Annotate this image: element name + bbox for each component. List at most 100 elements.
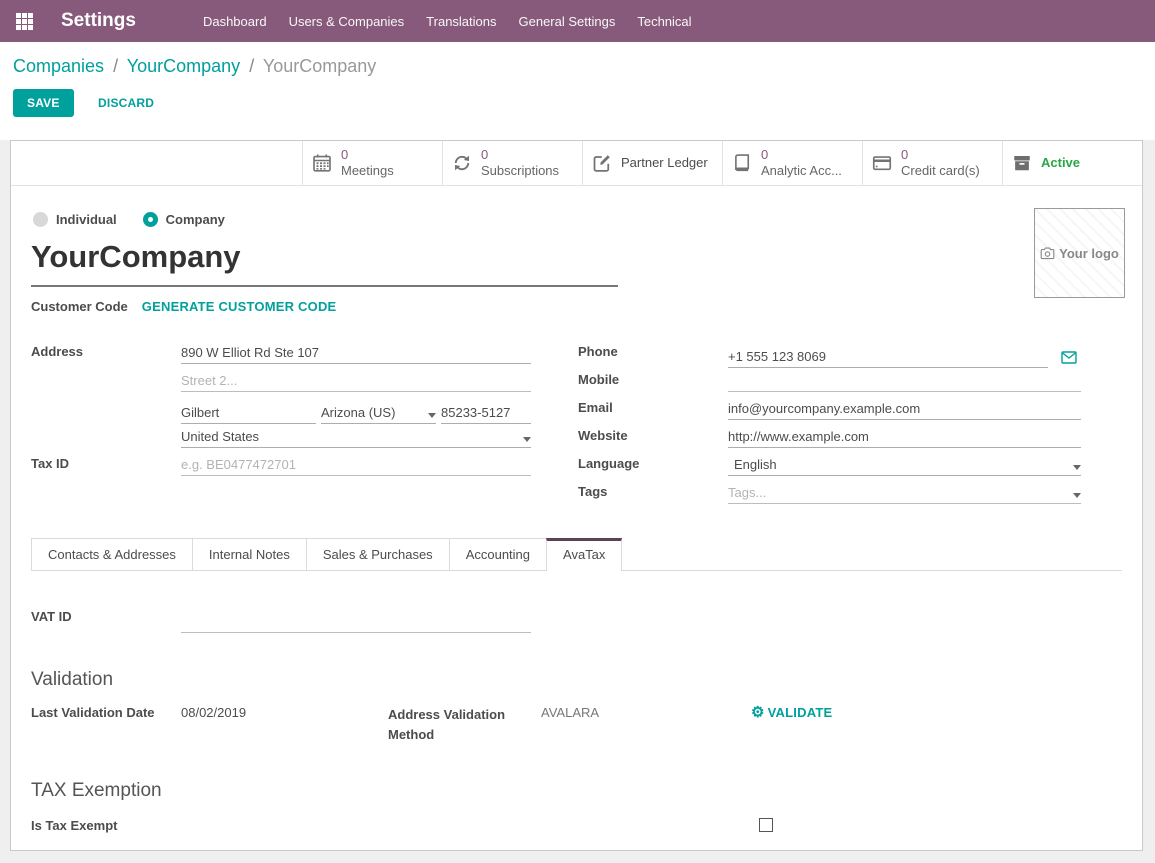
breadcrumb-separator: / [109,56,122,76]
radio-company-icon[interactable] [143,212,158,227]
apps-menu-icon[interactable] [16,13,33,30]
country-select[interactable]: United States [181,424,531,448]
address-column: Address 890 W Elliot Rd Ste 107 Street 2… [31,340,531,508]
contact-column: Phone +1 555 123 8069 Mobile [578,340,1081,508]
tax-exemption-heading: TAX Exemption [31,780,1122,802]
nav-menu: Dashboard Users & Companies Translations… [192,0,703,42]
app-title[interactable]: Settings [61,10,136,32]
credit-cards-label: Credit card(s) [901,163,980,179]
is-tax-exempt-row: Is Tax Exempt [31,818,1122,840]
tab-avatax[interactable]: AvaTax [546,538,622,571]
credit-card-icon [872,153,892,173]
phone-input[interactable]: +1 555 123 8069 [728,344,1048,368]
language-select[interactable]: English [728,452,1081,476]
book-icon [732,153,752,173]
analytic-accounts-label: Analytic Acc... [761,163,842,179]
vat-id-input[interactable] [181,605,531,633]
company-logo-upload[interactable]: Your logo [1034,208,1125,298]
website-input[interactable]: http://www.example.com [728,424,1081,448]
form-body: Your logo Individual Company YourCompany… [11,186,1142,840]
chevron-down-icon[interactable] [523,437,531,442]
analytic-accounts-count: 0 [761,147,842,163]
calendar-icon [312,153,332,173]
nav-item-translations[interactable]: Translations [415,0,507,42]
refresh-icon [452,153,472,173]
is-tax-exempt-label: Is Tax Exempt [31,818,181,833]
notebook-tabs: Contacts & Addresses Internal Notes Sale… [31,538,1122,571]
state-select[interactable]: Arizona (US) [321,396,436,424]
breadcrumb: Companies / YourCompany / YourCompany [13,56,1139,77]
discard-button[interactable]: DISCARD [98,96,154,110]
tab-internal-notes[interactable]: Internal Notes [192,538,307,570]
last-validation-date-value[interactable]: 08/02/2019 [181,705,388,744]
meetings-button[interactable]: 0 Meetings [302,141,442,185]
validation-row: Last Validation Date 08/02/2019 Address … [31,705,1122,744]
meetings-label: Meetings [341,163,394,179]
radio-company[interactable]: Company [143,212,225,227]
is-tax-exempt-checkbox[interactable] [759,818,773,832]
nav-item-general-settings[interactable]: General Settings [508,0,627,42]
email-input[interactable]: info@yourcompany.example.com [728,396,1081,420]
chevron-down-icon[interactable] [1073,465,1081,470]
radio-individual-label: Individual [56,212,117,227]
action-buttons: SAVE DISCARD [13,89,1139,117]
breadcrumb-companies[interactable]: Companies [13,56,104,76]
tags-label: Tags [578,480,728,508]
credit-cards-count: 0 [901,147,980,163]
control-panel: Companies / YourCompany / YourCompany SA… [0,42,1155,140]
zip-input[interactable]: 85233-5127 [441,396,531,424]
content-area: 0 Meetings 0 Subscriptions [0,140,1155,863]
email-label: Email [578,396,728,424]
generate-customer-code-button[interactable]: GENERATE CUSTOMER CODE [142,299,337,314]
tax-id-input[interactable]: e.g. BE0477472701 [181,457,296,472]
subscriptions-button[interactable]: 0 Subscriptions [442,141,582,185]
last-validation-date-label: Last Validation Date [31,705,181,744]
customer-code-label: Customer Code [31,299,128,314]
logo-placeholder-label: Your logo [1059,246,1119,261]
language-label: Language [578,452,728,480]
radio-individual-icon[interactable] [33,212,48,227]
partner-ledger-label: Partner Ledger [621,155,708,171]
radio-individual[interactable]: Individual [33,212,117,227]
active-toggle-button[interactable]: Active [1002,141,1142,185]
save-button[interactable]: SAVE [13,89,74,117]
stat-button-row: 0 Meetings 0 Subscriptions [11,141,1142,186]
tab-contacts-addresses[interactable]: Contacts & Addresses [31,538,193,570]
website-label: Website [578,424,728,452]
tab-accounting[interactable]: Accounting [449,538,547,570]
city-input[interactable]: Gilbert [181,396,316,424]
vat-id-label: VAT ID [31,605,181,633]
mobile-label: Mobile [578,368,728,396]
sms-envelope-icon[interactable] [1061,350,1077,365]
company-type-radio-group: Individual Company [33,212,1122,227]
breadcrumb-current: YourCompany [263,56,376,76]
credit-cards-button[interactable]: 0 Credit card(s) [862,141,1002,185]
nav-item-technical[interactable]: Technical [626,0,702,42]
analytic-accounts-button[interactable]: 0 Analytic Acc... [722,141,862,185]
mobile-input[interactable] [728,368,1081,392]
tax-id-label: Tax ID [31,452,181,480]
nav-item-users-companies[interactable]: Users & Companies [278,0,416,42]
nav-item-dashboard[interactable]: Dashboard [192,0,278,42]
contact-info-group: Address 890 W Elliot Rd Ste 107 Street 2… [31,340,1122,508]
address-validation-method-label: Address Validation Method [388,705,541,744]
active-label: Active [1041,155,1080,171]
form-sheet: 0 Meetings 0 Subscriptions [10,140,1143,851]
phone-label: Phone [578,340,728,368]
camera-icon [1040,247,1055,260]
street-input[interactable]: 890 W Elliot Rd Ste 107 [181,340,531,364]
chevron-down-icon[interactable] [428,413,436,418]
tab-sales-purchases[interactable]: Sales & Purchases [306,538,450,570]
edit-icon [592,153,612,173]
breadcrumb-yourcompany[interactable]: YourCompany [127,56,240,76]
company-name-input[interactable]: YourCompany [31,239,618,287]
breadcrumb-separator: / [245,56,258,76]
street2-input[interactable]: Street 2... [181,373,237,388]
partner-ledger-button[interactable]: Partner Ledger [582,141,722,185]
chevron-down-icon[interactable] [1073,493,1081,498]
gears-icon: ⚙ [751,705,765,720]
validate-button[interactable]: ⚙ VALIDATE [751,705,832,723]
customer-code-row: Customer Code GENERATE CUSTOMER CODE [31,299,1122,314]
validation-heading: Validation [31,669,1122,691]
tags-select[interactable]: Tags... [728,480,1081,504]
